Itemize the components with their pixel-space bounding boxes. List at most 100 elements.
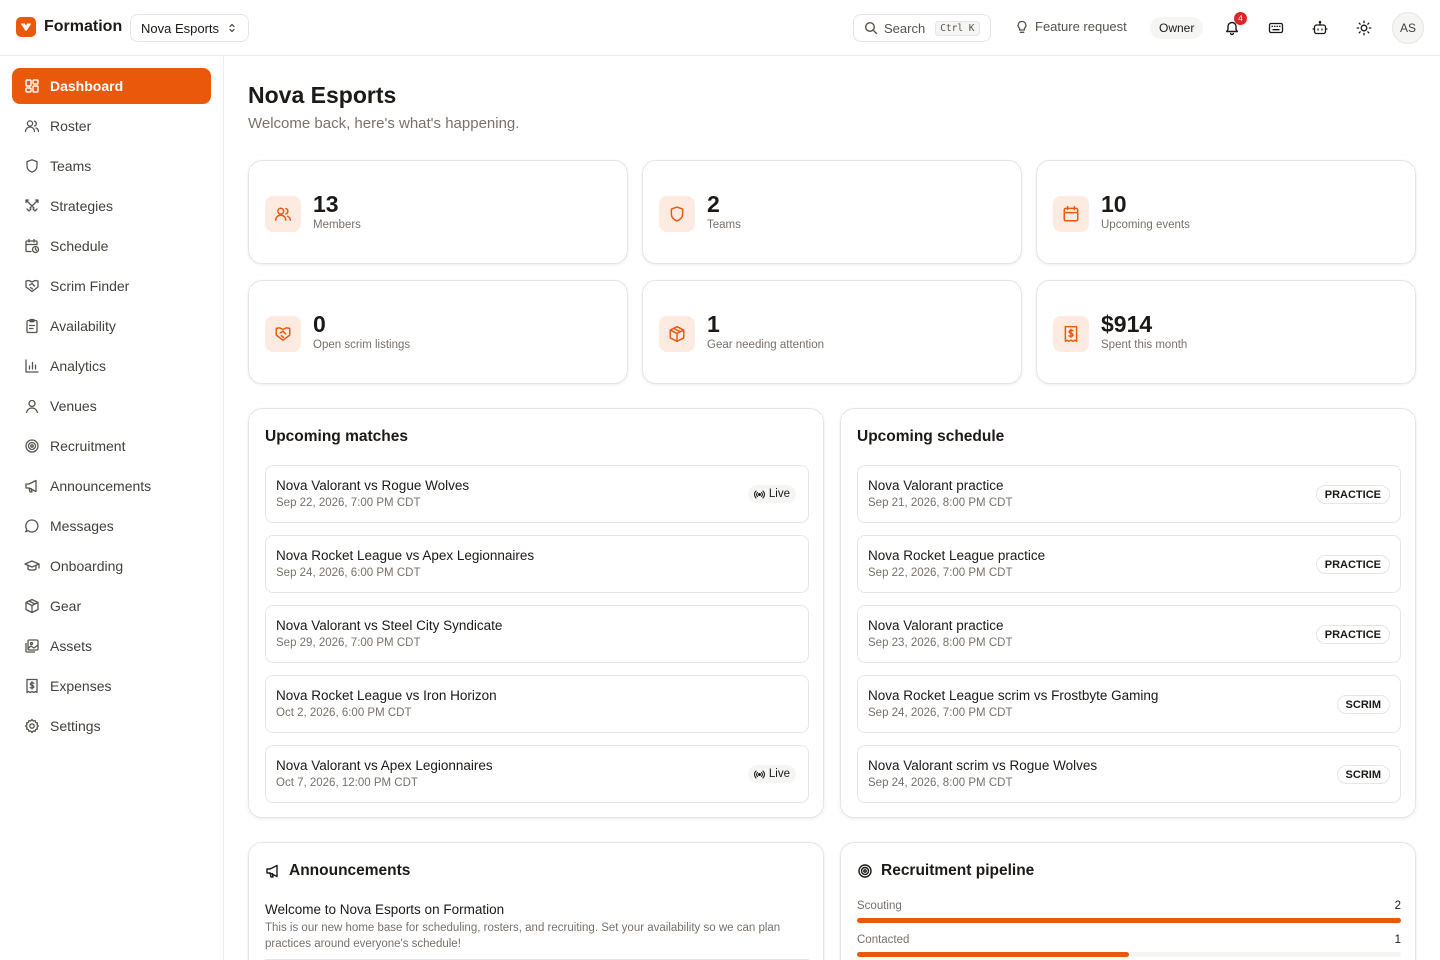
event-time: Sep 23, 2026, 8:00 PM CDT bbox=[868, 637, 1013, 649]
sidebar-item-teams[interactable]: Teams bbox=[12, 148, 211, 184]
live-label: Live bbox=[768, 488, 790, 500]
sidebar-item-settings[interactable]: Settings bbox=[12, 708, 211, 744]
sidebar-item-roster[interactable]: Roster bbox=[12, 108, 211, 144]
notification-count-badge: 4 bbox=[1234, 12, 1247, 25]
handshake-icon bbox=[265, 316, 301, 352]
panel-title: Upcoming matches bbox=[265, 428, 408, 445]
schedule-row[interactable]: Nova Rocket League practice Sep 22, 2026… bbox=[857, 535, 1401, 593]
target-icon bbox=[25, 439, 39, 453]
search-button[interactable]: Search Ctrl K bbox=[853, 14, 991, 42]
event-title: Nova Rocket League practice bbox=[868, 548, 1046, 563]
event-title: Nova Rocket League scrim vs Frostbyte Ga… bbox=[868, 688, 1159, 703]
search-label: Search bbox=[884, 20, 926, 36]
panel-title: Announcements bbox=[265, 862, 410, 880]
bot-icon[interactable] bbox=[1310, 18, 1330, 38]
stat-value: $914 bbox=[1101, 311, 1153, 337]
brand[interactable]: Formation bbox=[16, 17, 122, 37]
broadcast-icon bbox=[753, 489, 765, 499]
lightbulb-icon bbox=[1015, 20, 1029, 34]
sidebar-item-schedule[interactable]: Schedule bbox=[12, 228, 211, 264]
page-title: Nova Esports bbox=[248, 82, 397, 108]
match-row[interactable]: Nova Valorant vs Rogue Wolves Sep 22, 20… bbox=[265, 465, 809, 523]
stage-count: 2 bbox=[1394, 900, 1401, 912]
sidebar-item-label: Expenses bbox=[50, 678, 112, 694]
match-title: Nova Valorant vs Apex Legionnaires bbox=[276, 758, 493, 773]
users-icon bbox=[24, 120, 40, 133]
stage-label: Contacted bbox=[857, 934, 910, 946]
package-icon bbox=[25, 598, 39, 614]
top-bar: Formation Nova Esports Search Ctrl K Fea… bbox=[0, 0, 1440, 56]
sidebar-item-dashboard[interactable]: Dashboard bbox=[12, 68, 211, 104]
sidebar-item-expenses[interactable]: Expenses bbox=[12, 668, 211, 704]
sidebar-item-recruitment[interactable]: Recruitment bbox=[12, 428, 211, 464]
event-time: Sep 21, 2026, 8:00 PM CDT bbox=[868, 497, 1013, 509]
sun-icon[interactable] bbox=[1354, 18, 1374, 38]
match-row[interactable]: Nova Rocket League vs Iron Horizon Oct 2… bbox=[265, 675, 809, 733]
sidebar-item-announcements[interactable]: Announcements bbox=[12, 468, 211, 504]
sidebar-item-gear[interactable]: Gear bbox=[12, 588, 211, 624]
sidebar-item-onboarding[interactable]: Onboarding bbox=[12, 548, 211, 584]
schedule-row[interactable]: Nova Valorant practice Sep 23, 2026, 8:0… bbox=[857, 605, 1401, 663]
stat-card-teams[interactable]: 2 Teams bbox=[642, 160, 1022, 264]
stat-value: 2 bbox=[707, 191, 720, 217]
handshake-icon bbox=[25, 279, 39, 293]
upcoming-schedule-panel: Upcoming schedule Nova Valorant practice… bbox=[840, 408, 1416, 818]
progress-track bbox=[857, 952, 1401, 957]
feature-request-button[interactable]: Feature request bbox=[1015, 19, 1127, 34]
event-title: Nova Valorant practice bbox=[868, 478, 1004, 493]
live-label: Live bbox=[768, 768, 790, 780]
stat-card-members[interactable]: 13 Members bbox=[248, 160, 628, 264]
sidebar-item-strategies[interactable]: Strategies bbox=[12, 188, 211, 224]
receipt-icon bbox=[26, 678, 38, 694]
schedule-row[interactable]: Nova Valorant scrim vs Rogue Wolves Sep … bbox=[857, 745, 1401, 803]
megaphone-icon bbox=[266, 864, 278, 878]
progress-track bbox=[857, 918, 1401, 923]
calendar-icon bbox=[1053, 196, 1089, 232]
stage-count: 1 bbox=[1394, 934, 1401, 946]
panel-title: Upcoming schedule bbox=[857, 428, 1005, 445]
match-row[interactable]: Nova Valorant vs Steel City Syndicate Se… bbox=[265, 605, 809, 663]
org-switcher[interactable]: Nova Esports bbox=[130, 14, 249, 42]
shield-icon bbox=[659, 196, 695, 232]
sidebar-item-label: Roster bbox=[50, 118, 92, 134]
panel-title: Recruitment pipeline bbox=[857, 862, 1034, 880]
sidebar-item-analytics[interactable]: Analytics bbox=[12, 348, 211, 384]
stat-card-spent-month[interactable]: $914 Spent this month bbox=[1036, 280, 1416, 384]
sidebar-item-assets[interactable]: Assets bbox=[12, 628, 211, 664]
broadcast-icon bbox=[753, 769, 765, 779]
stat-card-upcoming-events[interactable]: 10 Upcoming events bbox=[1036, 160, 1416, 264]
schedule-row[interactable]: Nova Valorant practice Sep 21, 2026, 8:0… bbox=[857, 465, 1401, 523]
stat-label: Spent this month bbox=[1101, 339, 1188, 351]
stat-card-open-scrims[interactable]: 0 Open scrim listings bbox=[248, 280, 628, 384]
stat-label: Open scrim listings bbox=[313, 339, 411, 351]
match-row[interactable]: Nova Valorant vs Apex Legionnaires Oct 7… bbox=[265, 745, 809, 803]
sidebar-item-label: Settings bbox=[50, 718, 101, 734]
keyboard-icon[interactable] bbox=[1266, 18, 1286, 38]
user-avatar[interactable]: AS bbox=[1392, 12, 1424, 44]
stat-value: 0 bbox=[313, 311, 326, 337]
chevrons-up-down-icon bbox=[226, 22, 238, 34]
sidebar-item-scrim-finder[interactable]: Scrim Finder bbox=[12, 268, 211, 304]
sidebar-item-label: Dashboard bbox=[50, 78, 124, 94]
announcement-title[interactable]: Welcome to Nova Esports on Formation bbox=[265, 902, 504, 917]
sidebar-item-venues[interactable]: Venues bbox=[12, 388, 211, 424]
live-badge: Live bbox=[747, 485, 796, 503]
calendar-clock-icon bbox=[25, 238, 40, 254]
sidebar-item-label: Announcements bbox=[50, 478, 152, 494]
stat-card-gear-attention[interactable]: 1 Gear needing attention bbox=[642, 280, 1022, 384]
match-row[interactable]: Nova Rocket League vs Apex Legionnaires … bbox=[265, 535, 809, 593]
app-name: Formation bbox=[44, 18, 123, 35]
search-shortcut: Ctrl K bbox=[935, 20, 980, 36]
sidebar-item-messages[interactable]: Messages bbox=[12, 508, 211, 544]
stat-label: Upcoming events bbox=[1101, 219, 1190, 231]
match-title: Nova Valorant vs Steel City Syndicate bbox=[276, 618, 503, 633]
live-badge: Live bbox=[747, 765, 796, 783]
match-time: Sep 22, 2026, 7:00 PM CDT bbox=[276, 497, 421, 509]
sidebar-item-availability[interactable]: Availability bbox=[12, 308, 211, 344]
stat-value: 13 bbox=[313, 191, 339, 217]
event-time: Sep 24, 2026, 7:00 PM CDT bbox=[868, 707, 1013, 719]
upcoming-matches-panel: Upcoming matches Nova Valorant vs Rogue … bbox=[248, 408, 824, 818]
schedule-row[interactable]: Nova Rocket League scrim vs Frostbyte Ga… bbox=[857, 675, 1401, 733]
sidebar-item-label: Venues bbox=[50, 398, 97, 414]
event-time: Sep 22, 2026, 7:00 PM CDT bbox=[868, 567, 1013, 579]
